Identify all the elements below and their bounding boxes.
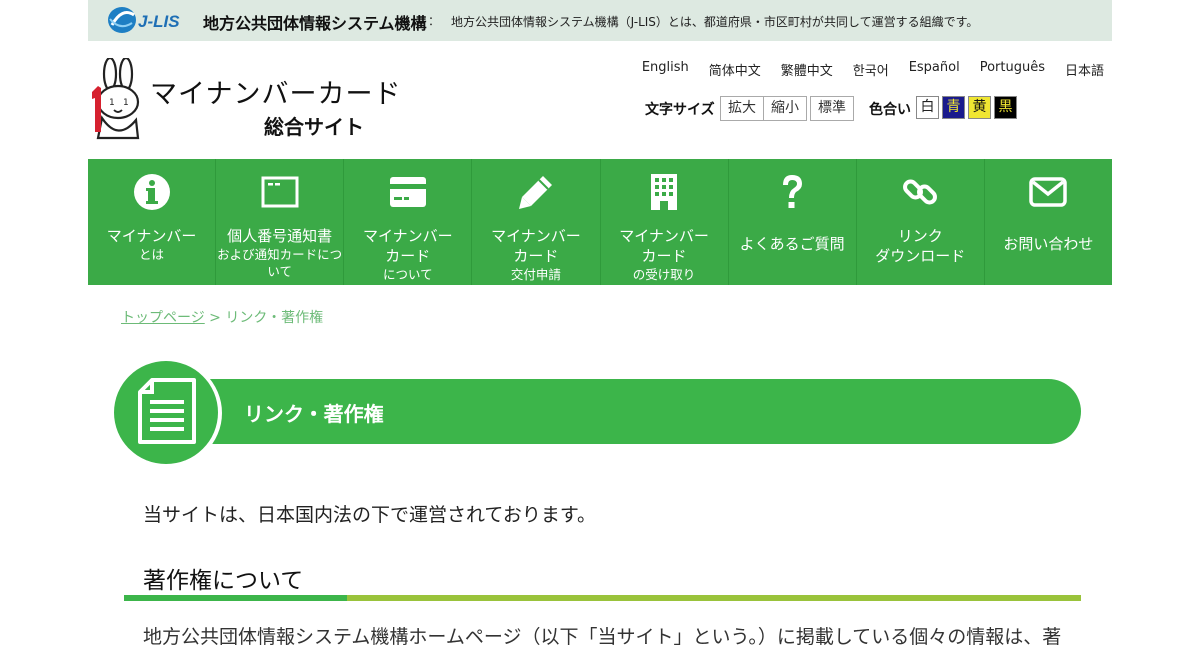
jlis-logo-text: J-LIS bbox=[138, 12, 180, 31]
pencil-icon bbox=[518, 176, 552, 209]
section-body-text: 地方公共団体情報システム機構ホームページ（以下「当サイト」という。）に掲載してい… bbox=[143, 626, 1062, 648]
lang-spanish[interactable]: Español bbox=[909, 60, 960, 79]
nav-label-2: カード bbox=[513, 247, 559, 265]
building-icon bbox=[651, 174, 678, 210]
mascot-logo[interactable]: 1 1 bbox=[88, 58, 144, 142]
nav-label: よくあるご質問 bbox=[739, 235, 845, 253]
site-title[interactable]: マイナンバーカード bbox=[150, 72, 401, 111]
color-yellow-button[interactable]: 黄 bbox=[968, 96, 991, 119]
nav-label: リンク bbox=[897, 227, 943, 245]
nav-links-download[interactable]: リンク ダウンロード bbox=[857, 159, 985, 285]
nav-receipt[interactable]: マイナンバー カード の受け取り bbox=[601, 159, 729, 285]
svg-text:1: 1 bbox=[109, 98, 115, 108]
color-black-button[interactable]: 黒 bbox=[994, 96, 1017, 119]
font-size-label: 文字サイズ bbox=[645, 102, 715, 118]
nav-label: マイナンバー bbox=[106, 227, 197, 245]
svg-text:1: 1 bbox=[123, 98, 129, 108]
credit-card-icon bbox=[389, 177, 426, 207]
font-size-controls: 拡大 縮小 標準 bbox=[720, 96, 854, 121]
link-icon bbox=[903, 179, 938, 205]
nav-label-2: カード bbox=[641, 247, 687, 265]
lang-english[interactable]: English bbox=[642, 60, 689, 79]
color-scheme-label: 色合い bbox=[869, 102, 911, 118]
nav-label: お問い合わせ bbox=[1003, 235, 1094, 253]
nav-about-mynumber[interactable]: マイナンバー とは bbox=[88, 159, 217, 285]
card-outline-icon bbox=[261, 176, 299, 208]
breadcrumb: トップページ > リンク・著作権 bbox=[121, 307, 323, 327]
font-shrink-button[interactable]: 縮小 bbox=[763, 96, 807, 121]
font-standard-button[interactable]: 標準 bbox=[810, 96, 854, 121]
breadcrumb-current: リンク・著作権 bbox=[225, 310, 324, 326]
color-white-button[interactable]: 白 bbox=[916, 96, 939, 119]
color-blue-button[interactable]: 青 bbox=[942, 96, 965, 119]
main-nav: マイナンバー とは 個人番号通知書 および通知カードについて マイナンバー カー… bbox=[88, 159, 1112, 285]
jlis-logo[interactable]: J-LIS bbox=[106, 5, 192, 35]
nav-label-2: カード bbox=[385, 247, 431, 265]
breadcrumb-separator: > bbox=[204, 310, 226, 326]
intro-text: 当サイトは、日本国内法の下で運営されております。 bbox=[143, 504, 596, 526]
org-description: 地方公共団体情報システム機構（J-LIS）とは、都道府県・市区町村が共同して運営… bbox=[451, 15, 979, 29]
breadcrumb-home-link[interactable]: トップページ bbox=[121, 310, 205, 326]
heading-underline-secondary bbox=[347, 595, 1081, 601]
nav-label-2: ダウンロード bbox=[875, 247, 966, 265]
org-separator: ： bbox=[428, 14, 441, 28]
nav-application[interactable]: マイナンバー カード 交付申請 bbox=[472, 159, 601, 285]
nav-faq[interactable]: よくあるご質問 bbox=[729, 159, 857, 285]
heading-underline-primary bbox=[124, 595, 347, 601]
lang-simplified-chinese[interactable]: 简体中文 bbox=[709, 60, 761, 79]
nav-sublabel: について bbox=[382, 267, 433, 282]
language-menu: English 简体中文 繁體中文 한국어 Español Português … bbox=[622, 60, 1104, 79]
nav-label: マイナンバー bbox=[619, 227, 709, 245]
lang-japanese[interactable]: 日本語 bbox=[1065, 60, 1104, 79]
nav-sublabel: の受け取り bbox=[632, 267, 696, 282]
question-icon bbox=[783, 175, 803, 208]
color-scheme-controls: 白 青 黄 黒 bbox=[916, 96, 1017, 119]
site-subtitle[interactable]: 総合サイト bbox=[264, 111, 364, 140]
org-name[interactable]: 地方公共団体情報システム機構 bbox=[203, 10, 427, 34]
page: J-LIS 地方公共団体情報システム機構 ： 地方公共団体情報システム機構（J-… bbox=[0, 0, 1200, 648]
nav-label: マイナンバー bbox=[362, 227, 453, 245]
nav-contact[interactable]: お問い合わせ bbox=[985, 159, 1112, 285]
nav-sublabel: とは bbox=[139, 247, 165, 262]
section-heading: 著作権について bbox=[143, 568, 304, 594]
font-enlarge-button[interactable]: 拡大 bbox=[720, 96, 764, 121]
nav-notification[interactable]: 個人番号通知書 および通知カードについて bbox=[216, 159, 345, 285]
lang-korean[interactable]: 한국어 bbox=[853, 60, 889, 79]
page-title: リンク・著作権 bbox=[244, 402, 384, 426]
lang-traditional-chinese[interactable]: 繁體中文 bbox=[781, 60, 833, 79]
nav-about-card[interactable]: マイナンバー カード について bbox=[344, 159, 473, 285]
info-icon bbox=[133, 174, 170, 210]
lang-portuguese[interactable]: Português bbox=[980, 60, 1045, 79]
nav-sublabel: 交付申請 bbox=[510, 267, 561, 282]
mail-icon bbox=[1029, 177, 1068, 207]
document-icon bbox=[138, 378, 196, 444]
nav-label: 個人番号通知書 bbox=[227, 227, 333, 245]
nav-sublabel: および通知カードについて bbox=[217, 247, 343, 279]
nav-label: マイナンバー bbox=[491, 227, 581, 245]
